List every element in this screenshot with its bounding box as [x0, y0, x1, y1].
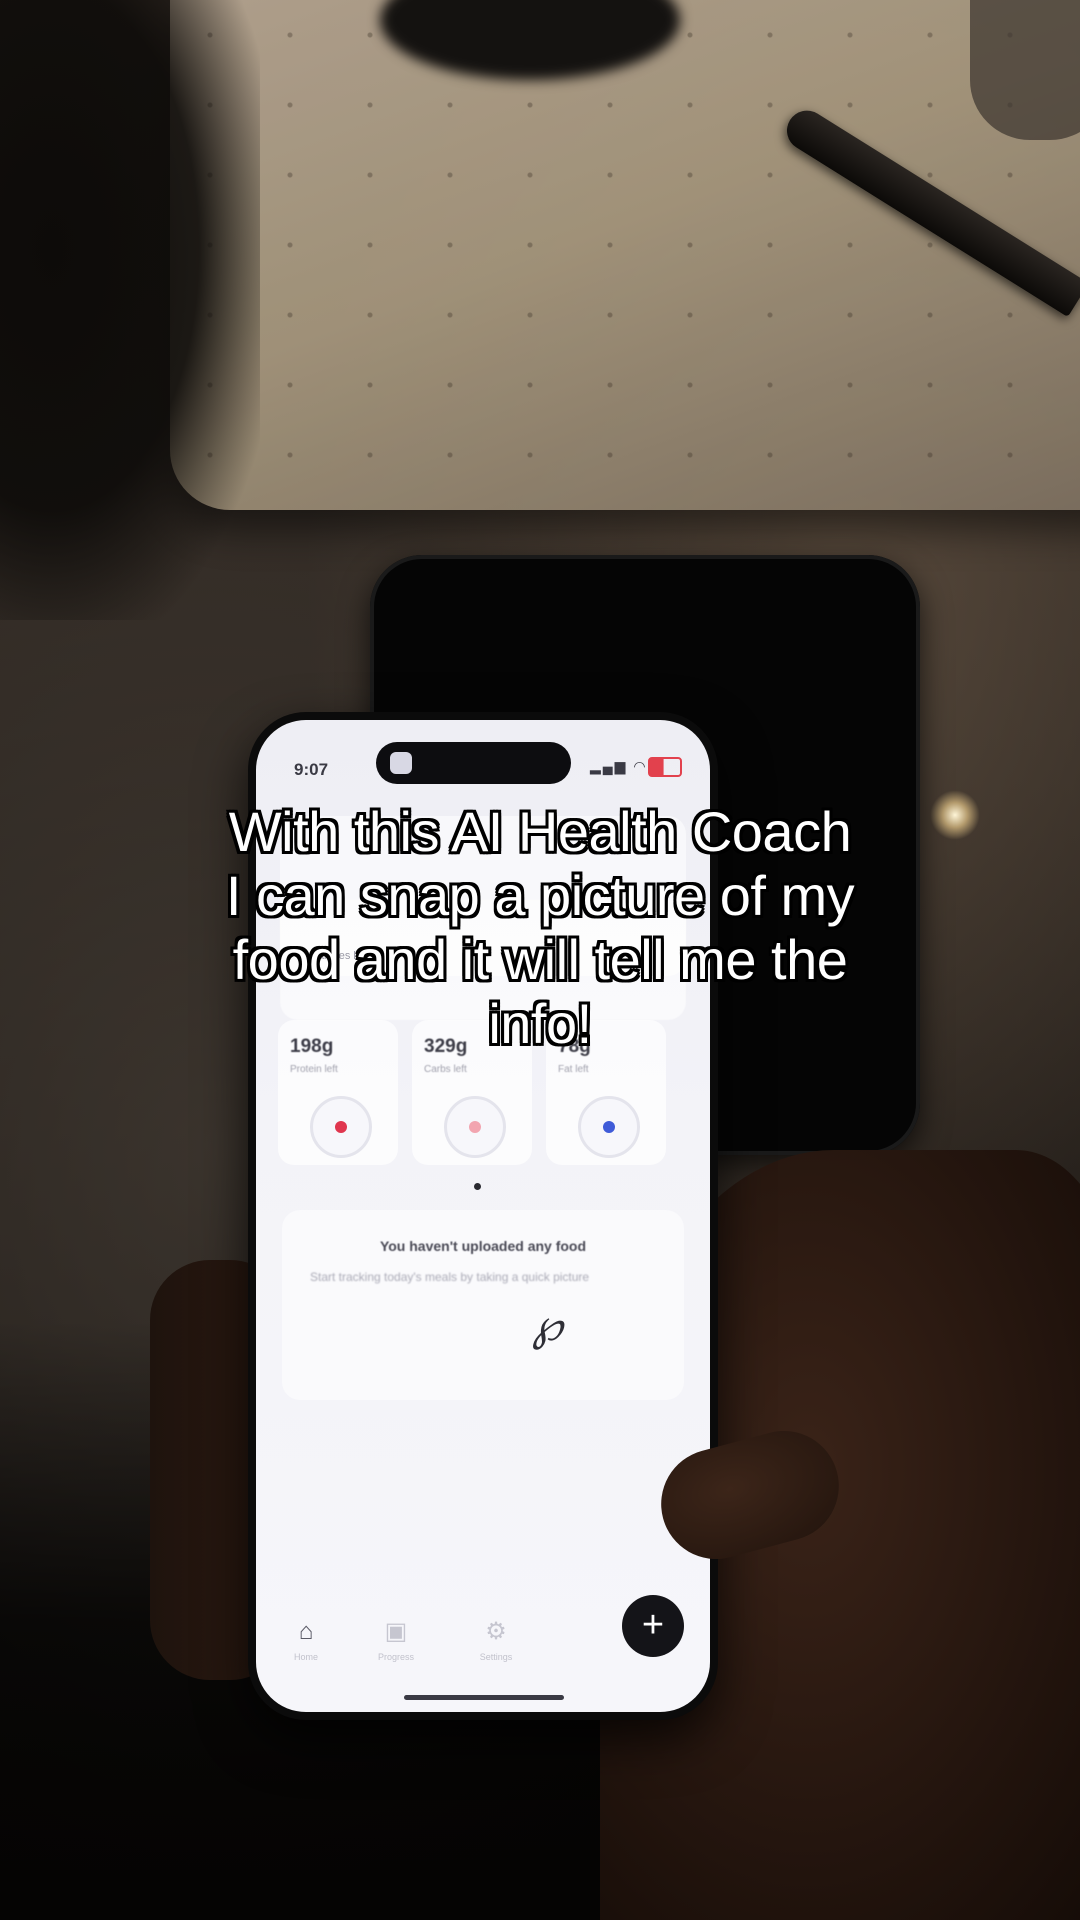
mug [970, 0, 1080, 140]
home-indicator[interactable] [404, 1695, 564, 1700]
nav-label: Home [293, 1652, 318, 1662]
empty-state-title: You haven't uploaded any food [379, 1238, 587, 1254]
add-food-button[interactable]: + [622, 1595, 684, 1657]
empty-state-subtitle: Start tracking today's meals by taking a… [310, 1270, 590, 1284]
cursor-squiggle: ℘ [532, 1300, 563, 1351]
nav-settings[interactable]: ⚙ Settings [456, 1617, 536, 1662]
bottom-nav: ⌂ Home ▣ Progress ⚙ Settings + [256, 1582, 710, 1712]
signal-wifi-icon: ▂▄▆ ◠ [590, 758, 648, 774]
macro-progress-ring [444, 1096, 506, 1158]
page-indicator [474, 1183, 481, 1190]
macro-dot [603, 1121, 615, 1133]
caption-line: I can snap a picture of my [225, 864, 855, 927]
empty-food-card: You haven't uploaded any food Start trac… [282, 1210, 684, 1400]
caption-line: info! [488, 992, 592, 1055]
nav-label: Progress [377, 1652, 414, 1662]
macro-dot [335, 1121, 347, 1133]
battery-icon [648, 757, 682, 777]
home-icon: ⌂ [298, 1618, 314, 1645]
nav-home[interactable]: ⌂ Home [266, 1618, 346, 1662]
nav-progress[interactable]: ▣ Progress [356, 1617, 436, 1662]
macro-progress-ring [578, 1096, 640, 1158]
caption-line: food and it will tell me the [232, 928, 848, 991]
macro-label: Carbs left [424, 1064, 467, 1075]
video-caption: With this AI Health Coach I can snap a p… [60, 800, 1020, 1056]
caption-line: With this AI Health Coach [228, 800, 852, 863]
macro-progress-ring [310, 1096, 372, 1158]
video-frame: 9:07 ▂▄▆ ◠ Calories left 198g Protein le… [0, 0, 1080, 1920]
macro-label: Protein left [290, 1064, 338, 1075]
app-icon [390, 752, 412, 774]
status-time: 9:07 [294, 760, 329, 779]
board-texture [170, 0, 1080, 510]
progress-icon: ▣ [384, 1618, 408, 1645]
nav-label: Settings [479, 1652, 513, 1662]
dynamic-island [376, 742, 571, 784]
macro-dot [469, 1121, 481, 1133]
cutting-board [170, 0, 1080, 510]
settings-icon: ⚙ [485, 1618, 507, 1645]
shadow-area [0, 0, 260, 620]
macro-label: Fat left [558, 1064, 589, 1075]
